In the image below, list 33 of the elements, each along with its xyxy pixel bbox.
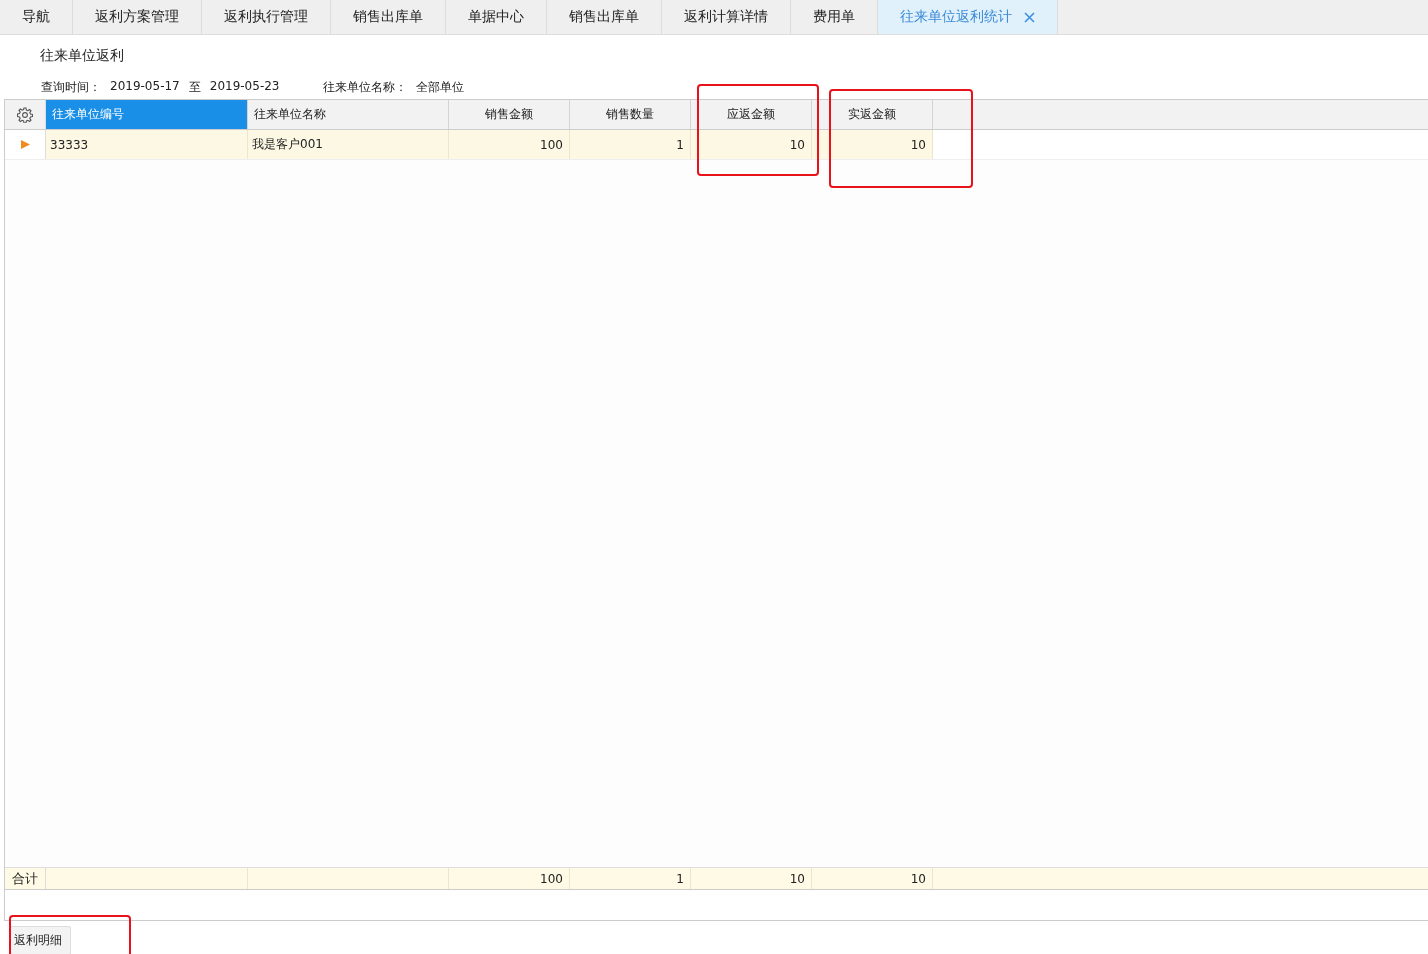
close-icon[interactable] [1024,11,1035,23]
table-cell: 我是客户001 [248,130,449,159]
table-cell: 1 [570,130,691,159]
rebate-detail-button[interactable]: 返利明细 [10,926,71,954]
tab[interactable]: 销售出库单 [331,0,446,34]
column-header[interactable]: 销售金额 [449,100,570,129]
query-label: 往来单位名称： [322,79,407,96]
column-header[interactable]: 实返金额 [812,100,933,129]
query-label: 查询时间： [41,79,101,96]
table-cell: 10 [812,130,933,159]
total-value: 1 [676,871,684,886]
tab[interactable]: 返利方案管理 [73,0,202,34]
tab[interactable]: 导航 [0,0,73,34]
tab[interactable]: 返利执行管理 [202,0,331,34]
table-cell: 10 [691,130,812,159]
table-cell: 100 [449,130,570,159]
tab[interactable]: 单据中心 [446,0,547,34]
date-value: 2019-05-23 [209,79,280,95]
column-header[interactable]: 往来单位名称 [248,100,449,129]
tab[interactable]: 销售出库单 [547,0,662,34]
tab[interactable]: 返利计算详情 [662,0,791,34]
unit-value: 全部单位 [415,79,464,96]
column-header[interactable]: 应返金额 [691,100,812,129]
total-value: 100 [540,871,563,886]
total-value: 10 [910,871,926,886]
settings-icon[interactable] [17,106,33,123]
total-label: 合计 [5,868,46,889]
column-header[interactable]: 销售数量 [570,100,691,129]
date-separator: 至 [188,79,201,96]
table-cell: 33333 [46,130,248,159]
page-title: 往来单位返利 [39,46,125,65]
total-value: 10 [789,871,805,886]
date-value: 2019-05-17 [110,79,180,95]
